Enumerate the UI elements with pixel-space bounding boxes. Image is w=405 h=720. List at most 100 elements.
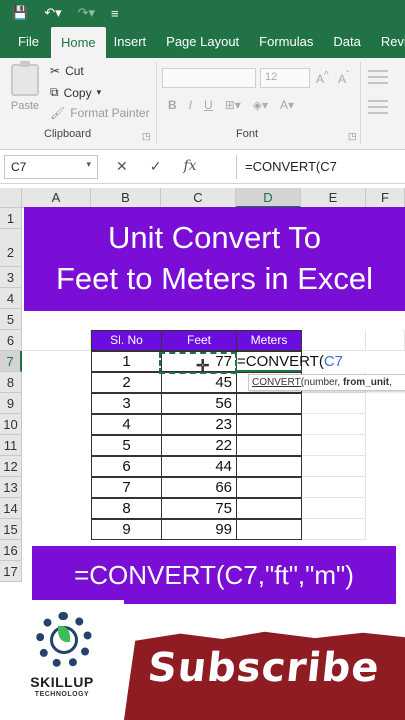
row-header-8[interactable]: 8 [0, 372, 22, 393]
row-header-11[interactable]: 11 [0, 435, 22, 456]
table-cell-feet[interactable]: 99 [161, 519, 237, 540]
fill-color-icon[interactable]: ◈▾ [253, 98, 268, 112]
tab-formulas[interactable]: Formulas [251, 34, 325, 58]
table-cell-feet[interactable]: 44 [161, 456, 237, 477]
table-cell-feet[interactable]: 22 [161, 435, 237, 456]
row-header-5[interactable]: 5 [0, 309, 22, 330]
row-header-16[interactable]: 16 [0, 540, 22, 561]
grid-cell[interactable] [301, 477, 366, 498]
table-cell-sl-no[interactable]: 2 [91, 372, 162, 393]
table-cell-sl-no[interactable]: 8 [91, 498, 162, 519]
grid-cell[interactable] [301, 414, 366, 435]
table-cell-sl-no[interactable]: 1 [91, 351, 162, 372]
row-header-10[interactable]: 10 [0, 414, 22, 435]
copy-label: Copy [63, 85, 92, 100]
grid-cell[interactable] [366, 330, 405, 351]
table-cell-sl-no[interactable]: 6 [91, 456, 162, 477]
column-header-a[interactable]: A [22, 188, 91, 208]
subscribe-text[interactable]: Subscribe [146, 645, 401, 691]
enter-icon[interactable]: ✓ [150, 158, 162, 175]
cut-label: Cut [65, 64, 84, 78]
table-cell-sl-no[interactable]: 5 [91, 435, 162, 456]
font-dialog-launcher-icon[interactable]: ◳ [348, 131, 357, 142]
font-name-box[interactable] [162, 68, 256, 88]
grid-cell[interactable] [301, 519, 366, 540]
grid-cell[interactable] [301, 393, 366, 414]
table-header-sl-no: Sl. No [91, 330, 162, 351]
grow-font-icon[interactable]: A^ [316, 70, 329, 86]
dialog-launcher-icon[interactable]: ◳ [142, 131, 151, 142]
paste-button[interactable]: Paste [6, 61, 44, 112]
copy-icon: ⧉ [50, 85, 59, 99]
table-cell-sl-no[interactable]: 3 [91, 393, 162, 414]
column-header-f[interactable]: F [366, 188, 405, 208]
table-cell-sl-no[interactable]: 9 [91, 519, 162, 540]
column-header-c[interactable]: C [161, 188, 236, 208]
row-header-6[interactable]: 6 [0, 330, 22, 351]
grid-cell[interactable] [301, 498, 366, 519]
grid-cell[interactable] [301, 456, 366, 477]
insert-function-icon[interactable]: fx [183, 158, 196, 175]
row-header-14[interactable]: 14 [0, 498, 22, 519]
grid-cell[interactable] [301, 435, 366, 456]
row-header-15[interactable]: 15 [0, 519, 22, 540]
column-header-e[interactable]: E [301, 188, 366, 208]
cancel-icon[interactable]: ✕ [116, 158, 128, 175]
tab-file[interactable]: File [10, 34, 51, 58]
row-header-3[interactable]: 3 [0, 267, 22, 288]
tooltip-function[interactable]: CONVERT( [252, 377, 304, 388]
table-cell-feet[interactable]: 23 [161, 414, 237, 435]
table-cell-meters[interactable] [236, 477, 302, 498]
copy-button[interactable]: ⧉ Copy ▾ [50, 85, 101, 100]
table-cell-meters[interactable] [236, 498, 302, 519]
name-box-value: C7 [11, 160, 27, 174]
redo-icon[interactable]: ↷▾ [78, 5, 95, 21]
row-header-13[interactable]: 13 [0, 477, 22, 498]
row-header-2[interactable]: 2 [0, 229, 22, 267]
table-cell-meters[interactable] [236, 414, 302, 435]
table-cell-sl-no[interactable]: 4 [91, 414, 162, 435]
format-painter-button[interactable]: 🖌 Format Painter [50, 106, 150, 120]
column-header-d[interactable]: D [236, 188, 301, 208]
customize-toolbar-icon[interactable]: ≡ [111, 6, 119, 21]
row-header-17[interactable]: 17 [0, 561, 22, 582]
row-header-4[interactable]: 4 [0, 288, 22, 309]
table-cell-meters[interactable] [236, 456, 302, 477]
underline-button[interactable]: U [204, 98, 213, 112]
row-header-1[interactable]: 1 [0, 208, 22, 229]
save-icon[interactable]: 💾 [12, 5, 28, 21]
undo-icon[interactable]: ↶▾ [44, 5, 61, 21]
tab-review[interactable]: Revi [373, 34, 405, 58]
shrink-font-icon[interactable]: Aˇ [338, 70, 349, 86]
tab-insert[interactable]: Insert [106, 34, 159, 58]
table-cell-feet[interactable]: 56 [161, 393, 237, 414]
table-cell-sl-no[interactable]: 7 [91, 477, 162, 498]
font-size-box[interactable]: 12 [260, 68, 310, 88]
borders-icon[interactable]: ⊞▾ [225, 98, 241, 112]
row-header-7[interactable]: 7 [0, 351, 22, 372]
grid-cell[interactable] [301, 330, 366, 351]
name-box[interactable]: C7 ▾ [4, 155, 98, 179]
row-header-12[interactable]: 12 [0, 456, 22, 477]
cut-button[interactable]: ✂ Cut [50, 64, 84, 78]
tab-data[interactable]: Data [325, 34, 372, 58]
italic-button[interactable]: I [189, 98, 192, 112]
align-left-icon[interactable] [368, 100, 388, 118]
font-color-icon[interactable]: A▾ [280, 98, 294, 112]
table-cell-meters[interactable] [236, 519, 302, 540]
row-header-9[interactable]: 9 [0, 393, 22, 414]
table-cell-feet[interactable]: 66 [161, 477, 237, 498]
tab-home[interactable]: Home [50, 27, 106, 58]
formula-input[interactable]: =CONVERT(C7 [236, 155, 405, 179]
column-header-b[interactable]: B [91, 188, 161, 208]
in-cell-formula[interactable]: =CONVERT(C7 [237, 352, 343, 372]
table-cell-meters[interactable] [236, 393, 302, 414]
bold-button[interactable]: B [168, 98, 177, 112]
select-all-corner[interactable] [0, 188, 22, 208]
table-cell-feet[interactable]: 75 [161, 498, 237, 519]
tooltip-args: number, [304, 377, 343, 388]
align-top-icon[interactable] [368, 70, 388, 88]
grid-cell[interactable] [22, 330, 91, 351]
table-cell-meters[interactable] [236, 435, 302, 456]
tab-page-layout[interactable]: Page Layout [158, 34, 251, 58]
